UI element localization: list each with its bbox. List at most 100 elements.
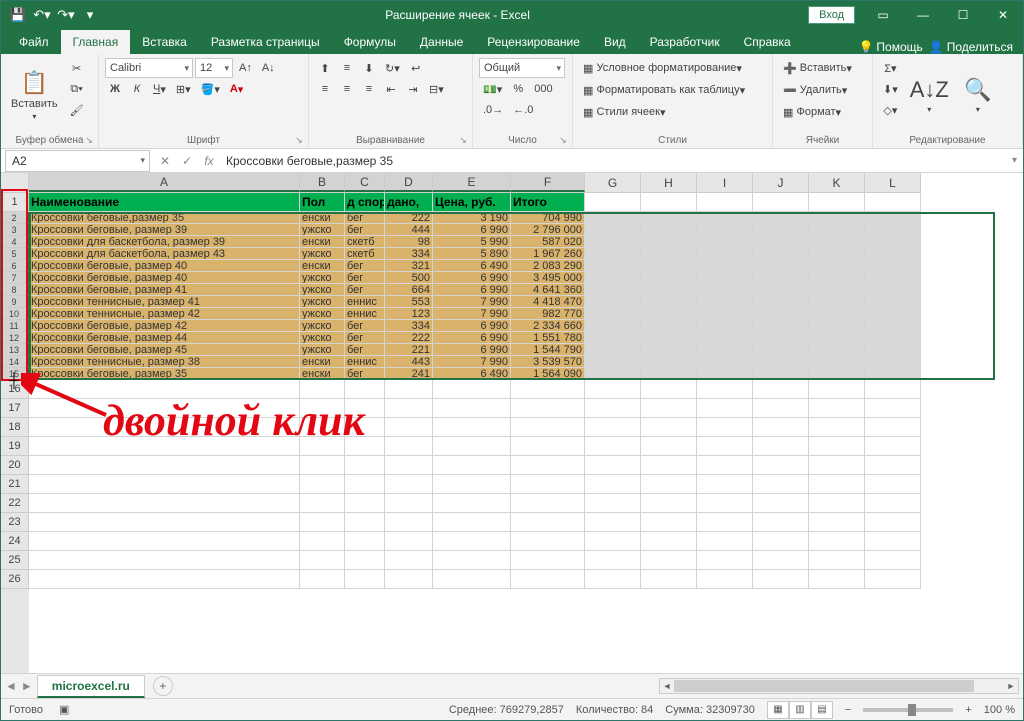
view-pagebreak-icon[interactable]: ▤ xyxy=(811,701,833,719)
cell[interactable] xyxy=(300,551,345,570)
number-launcher-icon[interactable]: ↘ xyxy=(557,134,569,146)
sheet-nav-first-icon[interactable]: ◄ xyxy=(5,679,17,693)
cell[interactable] xyxy=(809,399,865,418)
cell[interactable] xyxy=(300,475,345,494)
cell[interactable] xyxy=(753,418,809,437)
cell[interactable] xyxy=(865,344,921,356)
cell[interactable] xyxy=(809,332,865,344)
merge-icon[interactable]: ⊟▾ xyxy=(425,79,448,99)
cell[interactable] xyxy=(809,224,865,236)
cell[interactable] xyxy=(809,356,865,368)
col-header-H[interactable]: H xyxy=(641,173,697,192)
cell[interactable] xyxy=(809,212,865,224)
row-header-22[interactable]: 22 xyxy=(1,494,29,513)
cell[interactable]: скетб xyxy=(345,248,385,260)
cell[interactable] xyxy=(753,437,809,456)
cell[interactable] xyxy=(809,437,865,456)
cell[interactable] xyxy=(865,356,921,368)
col-header-L[interactable]: L xyxy=(865,173,921,192)
cell[interactable]: ужско xyxy=(300,248,345,260)
cell[interactable] xyxy=(865,320,921,332)
align-bottom-icon[interactable]: ⬇ xyxy=(359,58,379,78)
cell[interactable] xyxy=(641,193,697,212)
cell[interactable] xyxy=(697,284,753,296)
clipboard-launcher-icon[interactable]: ↘ xyxy=(83,134,95,146)
cell[interactable] xyxy=(585,320,641,332)
row-header-10[interactable]: 10 xyxy=(1,308,29,320)
cell[interactable]: 123 xyxy=(385,308,433,320)
cell[interactable] xyxy=(753,344,809,356)
cell[interactable]: ужско xyxy=(300,272,345,284)
cell[interactable]: Кроссовки беговые, размер 44 xyxy=(29,332,300,344)
cell[interactable]: енски xyxy=(300,368,345,380)
row-header-7[interactable]: 7 xyxy=(1,272,29,284)
cell[interactable]: 5 990 xyxy=(433,236,511,248)
cell[interactable] xyxy=(809,296,865,308)
cell[interactable]: 6 490 xyxy=(433,368,511,380)
cell[interactable] xyxy=(585,456,641,475)
cell[interactable] xyxy=(641,332,697,344)
row-headers[interactable]: 1234567891011121314151617181920212223242… xyxy=(1,193,29,673)
cell[interactable]: 2 334 660 xyxy=(511,320,585,332)
cell[interactable] xyxy=(433,399,511,418)
cell[interactable]: ужско xyxy=(300,284,345,296)
column-headers[interactable]: ABCDEFGHIJKL xyxy=(29,173,921,193)
cell[interactable] xyxy=(641,418,697,437)
ribbon-options-icon[interactable]: ▭ xyxy=(863,1,903,29)
cell[interactable] xyxy=(641,380,697,399)
cell[interactable]: 6 990 xyxy=(433,344,511,356)
align-middle-icon[interactable]: ≡ xyxy=(337,58,357,78)
cell[interactable] xyxy=(865,260,921,272)
paste-button[interactable]: 📋Вставить▾ xyxy=(7,58,62,133)
cell[interactable]: ужско xyxy=(300,308,345,320)
cell[interactable]: 664 xyxy=(385,284,433,296)
cell[interactable] xyxy=(697,356,753,368)
minimize-icon[interactable]: — xyxy=(903,1,943,29)
cell[interactable]: Цена, руб. xyxy=(433,193,511,212)
cell[interactable] xyxy=(753,475,809,494)
cell[interactable] xyxy=(511,532,585,551)
cell[interactable] xyxy=(865,570,921,589)
cell[interactable]: Кроссовки беговые,размер 35 xyxy=(29,212,300,224)
cell[interactable]: 704 990 xyxy=(511,212,585,224)
cell[interactable] xyxy=(641,437,697,456)
cell[interactable]: 1 967 260 xyxy=(511,248,585,260)
tab-pagelayout[interactable]: Разметка страницы xyxy=(199,30,332,54)
row-header-13[interactable]: 13 xyxy=(1,344,29,356)
cell[interactable]: енски xyxy=(300,212,345,224)
cell[interactable] xyxy=(511,456,585,475)
cell[interactable]: бег xyxy=(345,260,385,272)
cell[interactable]: 6 990 xyxy=(433,332,511,344)
conditional-formatting-button[interactable]: ▦ Условное форматирование▾ xyxy=(579,58,766,78)
cell[interactable] xyxy=(433,380,511,399)
cell[interactable] xyxy=(433,475,511,494)
maximize-icon[interactable]: ☐ xyxy=(943,1,983,29)
row-header-14[interactable]: 14 xyxy=(1,356,29,368)
cell[interactable]: 7 990 xyxy=(433,308,511,320)
cell[interactable]: Пол xyxy=(300,193,345,212)
cell[interactable]: скетб xyxy=(345,236,385,248)
cell[interactable] xyxy=(809,456,865,475)
cell[interactable] xyxy=(865,551,921,570)
cell[interactable] xyxy=(697,399,753,418)
cell[interactable] xyxy=(300,570,345,589)
cell[interactable]: ужско xyxy=(300,224,345,236)
tab-insert[interactable]: Вставка xyxy=(130,30,199,54)
cell[interactable]: Итого xyxy=(511,193,585,212)
cell[interactable] xyxy=(865,212,921,224)
cell[interactable] xyxy=(809,260,865,272)
cell[interactable] xyxy=(641,368,697,380)
cell[interactable] xyxy=(865,224,921,236)
cell[interactable]: ужско xyxy=(300,296,345,308)
row-header-24[interactable]: 24 xyxy=(1,532,29,551)
row-header-12[interactable]: 12 xyxy=(1,332,29,344)
cell[interactable] xyxy=(585,513,641,532)
cell[interactable] xyxy=(865,248,921,260)
zoom-level[interactable]: 100 % xyxy=(984,704,1015,716)
find-select-button[interactable]: 🔍▾ xyxy=(957,58,999,133)
cell[interactable] xyxy=(641,248,697,260)
cell[interactable] xyxy=(865,272,921,284)
horizontal-scrollbar[interactable]: ◄ ► xyxy=(659,678,1019,694)
cell[interactable] xyxy=(29,513,300,532)
cell[interactable] xyxy=(753,532,809,551)
